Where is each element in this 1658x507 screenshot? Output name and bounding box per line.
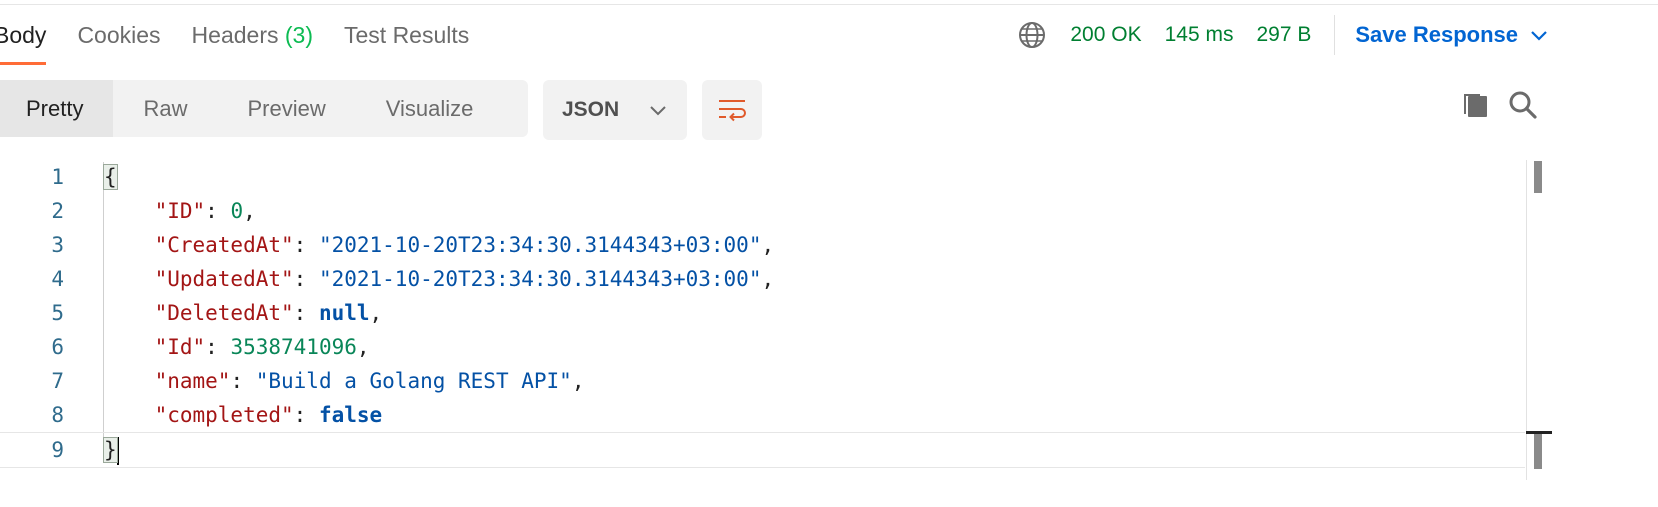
view-raw-button[interactable]: Raw <box>113 80 217 137</box>
format-select-value: JSON <box>562 98 620 121</box>
code-text: "CreatedAt": "2021-10-20T23:34:30.314434… <box>154 233 775 257</box>
code-text: "UpdatedAt": "2021-10-20T23:34:30.314434… <box>154 267 775 291</box>
text-cursor <box>116 437 119 465</box>
wrap-lines-button[interactable] <box>702 80 762 140</box>
top-border <box>0 4 1658 5</box>
code-text: "DeletedAt": null, <box>154 301 383 325</box>
chevron-down-icon <box>650 106 666 116</box>
code-line[interactable]: 1{ <box>0 160 1525 194</box>
code-line[interactable]: 9} <box>0 432 1525 468</box>
save-response-button[interactable]: Save Response <box>1355 22 1548 48</box>
line-number: 4 <box>51 267 64 291</box>
save-response-label: Save Response <box>1355 22 1518 47</box>
response-tabs: Body Cookies Headers (3) Test Results <box>0 18 500 68</box>
wrap-lines-icon <box>719 100 746 122</box>
line-number: 9 <box>51 438 64 462</box>
line-number: 1 <box>51 165 64 189</box>
response-status-bar: 200 OK 145 ms 297 B Save Response <box>1018 15 1658 55</box>
tab-body[interactable]: Body <box>0 18 47 68</box>
tab-headers[interactable]: Headers (3) <box>192 18 313 68</box>
code-line[interactable]: 5 "DeletedAt": null, <box>0 296 1525 330</box>
format-select[interactable]: JSON <box>543 80 687 140</box>
code-line[interactable]: 2 "ID": 0, <box>0 194 1525 228</box>
headers-count-badge: (3) <box>284 22 313 48</box>
scrollbar-thumb[interactable] <box>1534 161 1542 193</box>
tab-test-results[interactable]: Test Results <box>344 18 469 68</box>
code-text: { <box>103 164 118 190</box>
tab-cookies[interactable]: Cookies <box>77 18 160 68</box>
line-number: 6 <box>51 335 64 359</box>
response-body-editor[interactable]: 1{2 "ID": 0, 3 "CreatedAt": "2021-10-20T2… <box>0 160 1530 480</box>
view-mode-switcher: Pretty Raw Preview Visualize <box>0 80 528 137</box>
code-text: "name": "Build a Golang REST API", <box>154 369 585 393</box>
divider <box>1334 15 1336 55</box>
code-line[interactable]: 7 "name": "Build a Golang REST API", <box>0 364 1525 398</box>
chevron-down-icon <box>1531 31 1547 41</box>
line-number: 2 <box>51 199 64 223</box>
code-text: "completed": false <box>154 403 383 427</box>
view-preview-button[interactable]: Preview <box>217 80 355 137</box>
tab-label: Body <box>0 22 47 48</box>
tab-label: Cookies <box>77 22 161 48</box>
line-number: 5 <box>51 301 64 325</box>
code-text: "ID": 0, <box>154 199 256 223</box>
search-icon[interactable] <box>1508 90 1538 120</box>
globe-icon[interactable] <box>1018 21 1046 49</box>
response-size[interactable]: 297 B <box>1256 23 1311 47</box>
copy-icon[interactable] <box>1460 90 1490 120</box>
view-pretty-button[interactable]: Pretty <box>0 80 114 137</box>
tab-label: Headers <box>191 22 279 48</box>
line-number: 7 <box>51 369 64 393</box>
line-number: 8 <box>51 403 64 427</box>
code-text: "Id": 3538741096, <box>154 335 370 359</box>
code-line[interactable]: 8 "completed": false <box>0 398 1525 432</box>
code-text: } <box>103 433 119 467</box>
code-line[interactable]: 6 "Id": 3538741096, <box>0 330 1525 364</box>
tab-label: Test Results <box>344 22 470 48</box>
scrollbar-marker <box>1534 433 1542 469</box>
view-visualize-button[interactable]: Visualize <box>356 80 504 137</box>
status-code[interactable]: 200 OK <box>1070 23 1141 47</box>
code-line[interactable]: 4 "UpdatedAt": "2021-10-20T23:34:30.3144… <box>0 262 1525 296</box>
response-time[interactable]: 145 ms <box>1165 23 1234 47</box>
scrollbar-cursor-marker <box>1526 431 1552 434</box>
line-number: 3 <box>51 233 64 257</box>
code-line[interactable]: 3 "CreatedAt": "2021-10-20T23:34:30.3144… <box>0 228 1525 262</box>
editor-tools <box>1442 90 1538 120</box>
